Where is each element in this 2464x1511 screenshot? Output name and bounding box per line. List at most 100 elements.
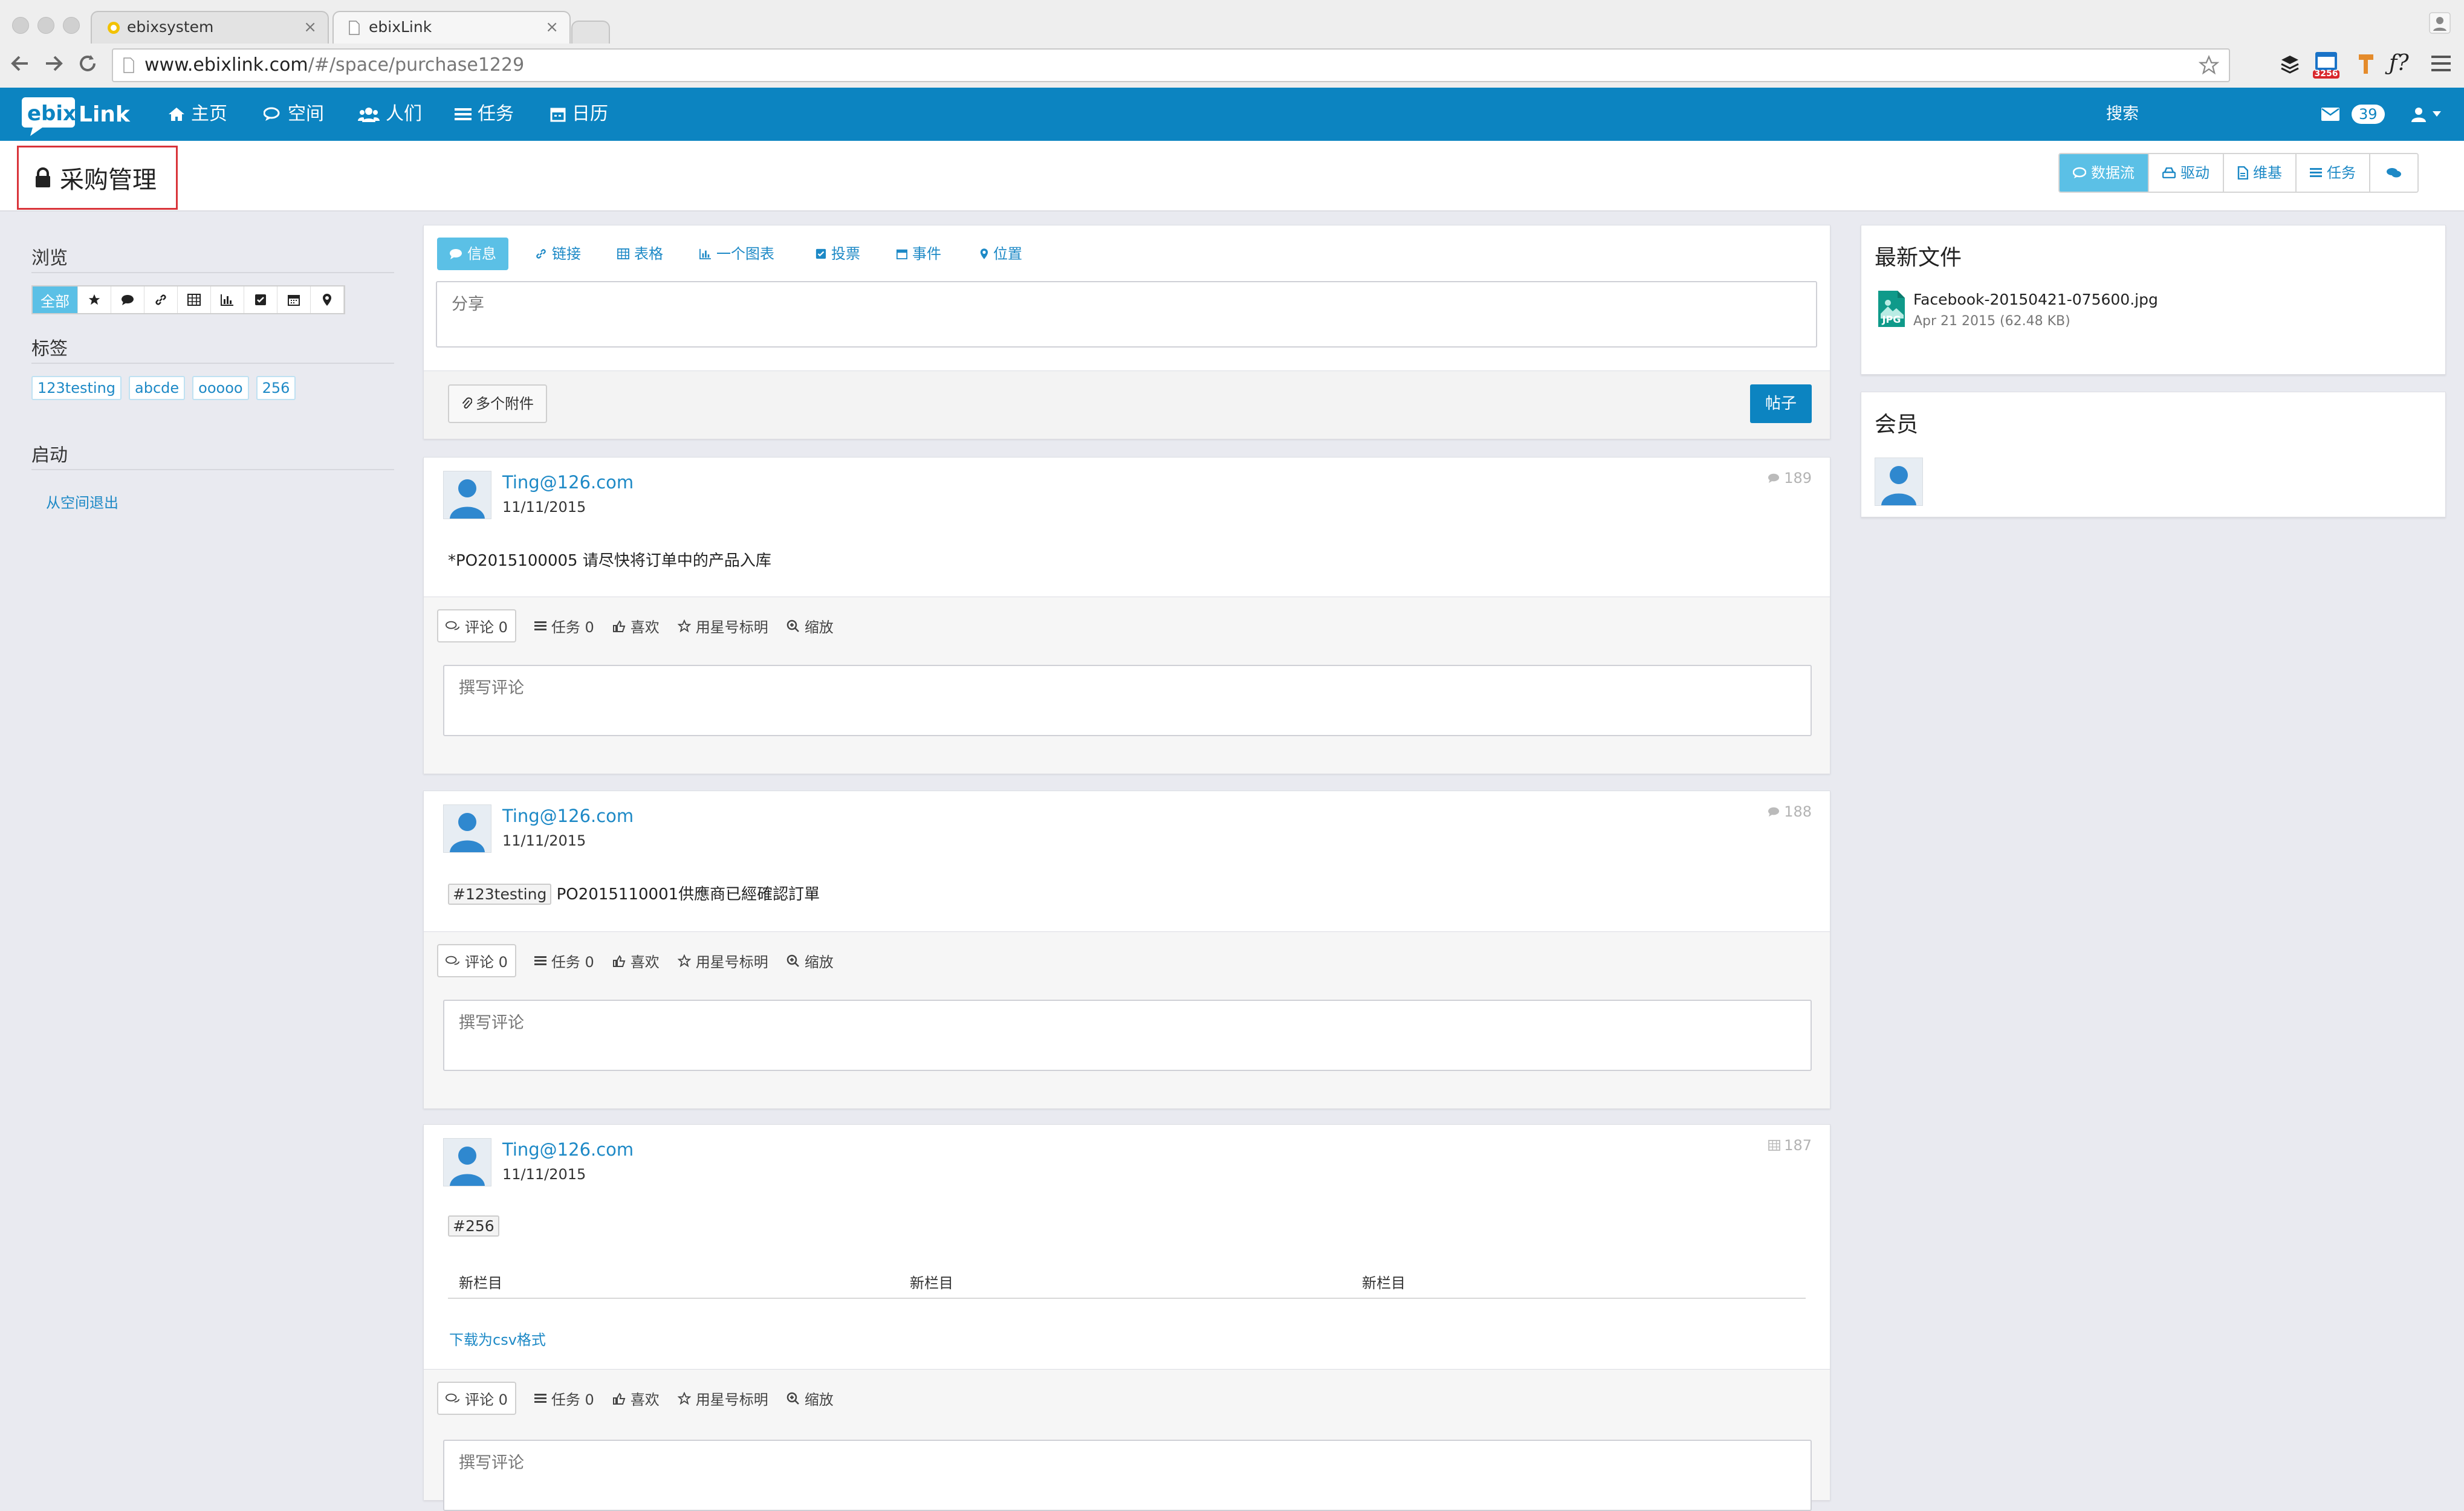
publisher-tab-location[interactable]: 位置: [968, 238, 1034, 270]
attach-files-button[interactable]: 多个附件: [448, 384, 547, 423]
search-field[interactable]: 搜索: [2106, 88, 2139, 141]
tab-wiki[interactable]: 维基: [2224, 154, 2297, 192]
tab-tasks[interactable]: 任务: [2297, 154, 2370, 192]
divider: [31, 469, 394, 470]
tab-stream[interactable]: 数据流: [2060, 154, 2149, 192]
comment-button[interactable]: 评论 0: [437, 609, 516, 642]
filter-events[interactable]: [277, 286, 311, 313]
post-author-link[interactable]: Ting@126.com: [502, 1139, 634, 1160]
new-tab-button[interactable]: [571, 21, 610, 44]
tab-close-icon[interactable]: ×: [303, 12, 317, 42]
leave-space-link[interactable]: 从空间退出: [46, 491, 118, 512]
space-header: 采购管理 数据流 驱动 维基 任务: [0, 141, 2464, 212]
comment-input[interactable]: [443, 1440, 1812, 1511]
task-button[interactable]: 任务 0: [534, 615, 594, 636]
browser-tab-ebixsystem[interactable]: ebixsystem ×: [91, 11, 329, 44]
post-author-link[interactable]: Ting@126.com: [502, 806, 634, 826]
share-input[interactable]: [436, 281, 1817, 348]
bookmark-star-icon[interactable]: [2199, 55, 2219, 76]
member-avatar[interactable]: [1875, 458, 1923, 506]
comment-input[interactable]: [443, 1000, 1812, 1071]
list-icon: [534, 956, 546, 965]
tab-label: ebixsystem: [127, 18, 214, 36]
back-icon[interactable]: [10, 53, 30, 74]
comment-button[interactable]: 评论 0: [437, 944, 516, 977]
filter-charts[interactable]: [211, 286, 244, 313]
post-button[interactable]: 帖子: [1750, 384, 1812, 423]
filter-links[interactable]: [144, 286, 178, 313]
check-square-icon: [255, 294, 266, 305]
forward-icon[interactable]: [44, 53, 64, 74]
hashtag[interactable]: #123testing: [448, 884, 552, 905]
comment-icon: [2073, 167, 2086, 178]
calendar-extension-icon[interactable]: 3256: [2313, 48, 2339, 80]
publisher-tab-chart[interactable]: 一个图表: [687, 238, 786, 270]
hashtag[interactable]: #256: [448, 1215, 499, 1237]
nav-tasks[interactable]: 任务: [455, 88, 514, 141]
filter-locations[interactable]: [311, 286, 344, 313]
nav-calendar[interactable]: 日历: [550, 88, 608, 141]
tag-item[interactable]: 123testing: [31, 376, 122, 400]
file-name-link[interactable]: Facebook-20150421-075600.jpg: [1913, 291, 2158, 308]
layers-extension-icon[interactable]: [2279, 53, 2301, 75]
thumbs-up-icon: [612, 620, 626, 632]
task-button[interactable]: 任务 0: [534, 1388, 594, 1409]
post-author-link[interactable]: Ting@126.com: [502, 472, 634, 493]
like-button[interactable]: 喜欢: [612, 615, 660, 636]
avatar[interactable]: [443, 1138, 491, 1186]
filter-starred[interactable]: [78, 286, 111, 313]
star-button[interactable]: 用星号标明: [677, 950, 768, 971]
browser-tab-ebixlink[interactable]: ebixLink ×: [332, 11, 571, 44]
star-button[interactable]: 用星号标明: [677, 1388, 768, 1409]
window-minimize-button[interactable]: [37, 17, 54, 34]
tab-drive[interactable]: 驱动: [2149, 154, 2224, 192]
window-zoom-button[interactable]: [63, 17, 80, 34]
ebixlink-logo[interactable]: ebix Link: [19, 94, 138, 136]
menu-icon[interactable]: [2431, 54, 2451, 73]
divider: [31, 363, 394, 364]
nav-home[interactable]: 主页: [168, 88, 227, 141]
tab-chat[interactable]: [2370, 154, 2417, 192]
filter-polls[interactable]: [244, 286, 277, 313]
zoom-button[interactable]: 缩放: [786, 950, 834, 971]
post-id: 188: [1767, 803, 1812, 820]
nav-people[interactable]: 人们: [358, 88, 422, 141]
window-close-button[interactable]: [12, 17, 29, 34]
messages-button[interactable]: 39: [2321, 88, 2385, 141]
tag-item[interactable]: ooooo: [192, 376, 249, 400]
zoom-button[interactable]: 缩放: [786, 1388, 834, 1409]
table-icon: [187, 294, 201, 306]
zoom-button[interactable]: 缩放: [786, 615, 834, 636]
comments-icon: [2387, 168, 2401, 178]
download-csv-link[interactable]: 下载为csv格式: [449, 1328, 546, 1349]
hammer-extension-icon[interactable]: [2356, 52, 2378, 75]
star-button[interactable]: 用星号标明: [677, 615, 768, 636]
tab-close-icon[interactable]: ×: [545, 12, 559, 42]
like-button[interactable]: 喜欢: [612, 1388, 660, 1409]
like-button[interactable]: 喜欢: [612, 950, 660, 971]
reload-icon[interactable]: [77, 53, 98, 74]
comment-input[interactable]: [443, 665, 1812, 736]
address-bar[interactable]: www.ebixlink.com/#/space/purchase1229: [112, 48, 2230, 82]
profile-icon[interactable]: [2429, 12, 2451, 34]
filter-all[interactable]: 全部: [33, 286, 78, 313]
filter-messages[interactable]: [111, 286, 144, 313]
avatar[interactable]: [443, 804, 491, 853]
actions-heading: 启动: [31, 445, 68, 466]
user-menu-button[interactable]: [2411, 88, 2441, 141]
publisher-tab-table[interactable]: 表格: [605, 238, 675, 270]
post-actions: 评论 0 任务 0 喜欢 用星号标明 缩放: [437, 609, 834, 642]
tag-item[interactable]: 256: [256, 376, 296, 400]
filter-tables[interactable]: [178, 286, 211, 313]
avatar[interactable]: [443, 471, 491, 519]
nav-spaces[interactable]: 空间: [264, 88, 324, 141]
publisher-tab-message[interactable]: 信息: [437, 238, 508, 270]
publisher-tab-link[interactable]: 链接: [523, 238, 593, 270]
comment-button[interactable]: 评论 0: [437, 1382, 516, 1415]
publisher-tab-event[interactable]: 事件: [884, 238, 953, 270]
browse-heading: 浏览: [31, 248, 68, 269]
task-button[interactable]: 任务 0: [534, 950, 594, 971]
tag-item[interactable]: abcde: [129, 376, 186, 400]
fonts-extension-icon[interactable]: ƒ?: [2389, 51, 2409, 76]
publisher-tab-poll[interactable]: 投票: [803, 238, 872, 270]
